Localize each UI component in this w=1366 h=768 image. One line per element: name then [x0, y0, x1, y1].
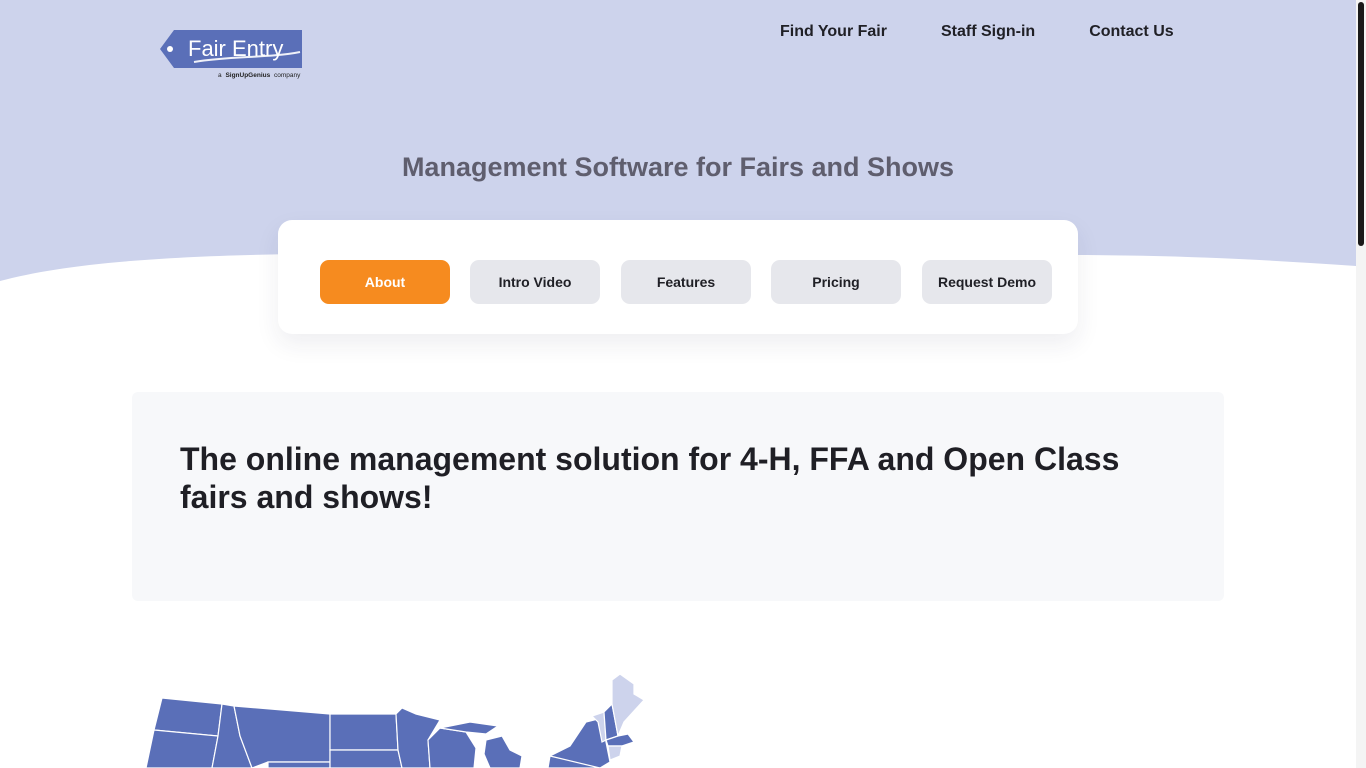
fair-entry-logo[interactable]: Fair Entry a SignUpGenius company [160, 28, 305, 82]
tab-request-demo[interactable]: Request Demo [922, 260, 1052, 304]
nav-contact-us[interactable]: Contact Us [1089, 22, 1173, 42]
about-heading: The online management solution for 4-H, … [180, 441, 1120, 515]
tab-pricing[interactable]: Pricing [771, 260, 901, 304]
us-states-map [140, 670, 660, 768]
logo-text: Fair Entry [188, 36, 283, 61]
top-nav: Find Your Fair Staff Sign-in Contact Us [780, 22, 1174, 42]
svg-text:a SignUpGenius com: a SignUpGenius company [218, 72, 301, 79]
page-title: Management Software for Fairs and Shows [401, 152, 955, 182]
scrollbar-thumb[interactable] [1358, 2, 1364, 246]
tab-features[interactable]: Features [621, 260, 751, 304]
nav-find-your-fair[interactable]: Find Your Fair [780, 22, 887, 42]
logo-tagline-brand: SignUpGenius [225, 72, 270, 79]
tab-about[interactable]: About [320, 260, 450, 304]
tab-bar: About Intro Video Features Pricing Reque… [278, 220, 1078, 334]
tab-intro-video[interactable]: Intro Video [470, 260, 600, 304]
scrollbar[interactable] [1356, 0, 1366, 768]
nav-staff-sign-in[interactable]: Staff Sign-in [941, 22, 1035, 42]
logo-tagline-suffix: company [274, 72, 301, 79]
logo-tagline-prefix: a [218, 72, 222, 79]
about-section: The online management solution for 4-H, … [132, 392, 1224, 601]
